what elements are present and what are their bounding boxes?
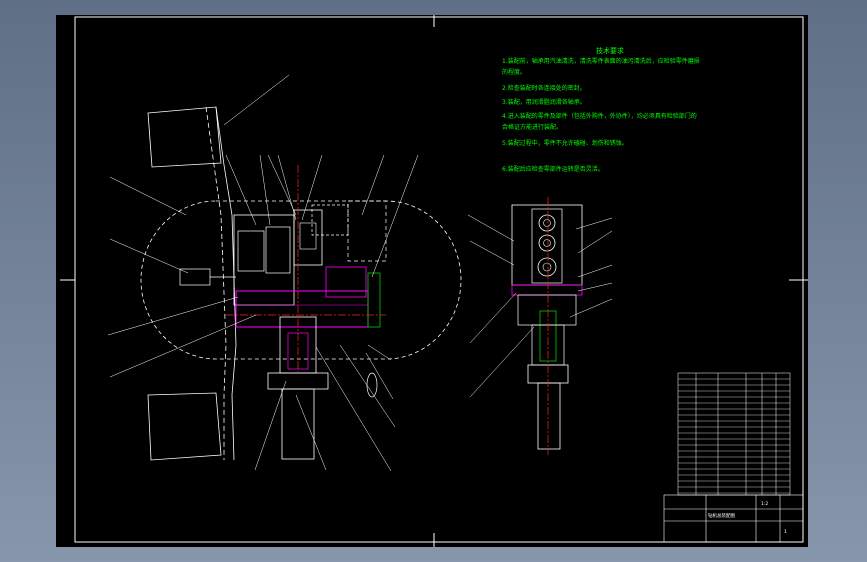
drawing-scale: 1:2 xyxy=(761,501,768,507)
note-line: 4.进入装配的零件及部件（包括外购件，外协件），均必须具有检验部门的 xyxy=(502,112,697,120)
note-line: 1.装配前，轴承用汽油清洗，清洗零件表面的油污清洗后，应检验零件磨损 xyxy=(502,57,700,65)
technical-notes: 1.装配前，轴承用汽油清洗，清洗零件表面的油污清洗后，应检验零件磨损 的程度。 … xyxy=(502,57,700,173)
note-line: 合格证方能进行装配。 xyxy=(502,123,562,131)
drawing-sheet: 技术要求 1.装配前，轴承用汽油清洗，清洗零件表面的油污清洗后，应检验零件磨损 … xyxy=(56,15,808,547)
parts-list-rows xyxy=(678,378,790,494)
note-line: 的程度。 xyxy=(502,68,526,76)
note-line: 3.装配，用润滑脂润滑各轴承。 xyxy=(502,98,586,106)
drawing-name: 钻机总装配图 xyxy=(708,512,735,519)
note-line: 6.装配后应检查零部件运转是否灵活。 xyxy=(502,165,604,173)
note-line: 5.装配过程中，零件不允许磕碰、划伤和锈蚀。 xyxy=(502,139,628,147)
parts-list xyxy=(677,372,791,496)
sheet-number: 1 xyxy=(784,529,787,535)
notes-title: 技术要求 xyxy=(596,46,624,55)
drawing-frame xyxy=(74,16,804,543)
cad-drawing: 技术要求 1.装配前，轴承用汽油清洗，清洗零件表面的油污清洗后，应检验零件磨损 … xyxy=(60,15,808,547)
side-view xyxy=(511,197,583,455)
leader-lines-side xyxy=(467,214,613,398)
note-line: 2.检查装配时各连接处的密封。 xyxy=(502,84,586,92)
